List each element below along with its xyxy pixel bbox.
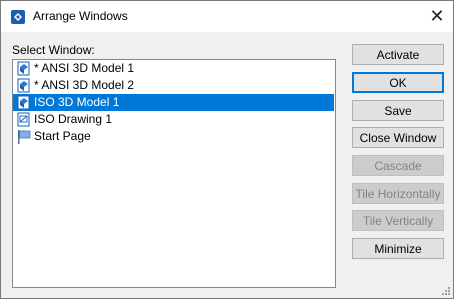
ok-button[interactable]: OK: [352, 72, 444, 93]
arrange-windows-dialog: Arrange Windows ✕ Select Window: * ANSI …: [0, 0, 454, 299]
activate-button[interactable]: Activate: [352, 44, 444, 65]
cascade-button[interactable]: Cascade: [352, 155, 444, 176]
list-item[interactable]: * ANSI 3D Model 2: [13, 77, 335, 94]
select-window-label: Select Window:: [12, 43, 95, 57]
save-button[interactable]: Save: [352, 100, 444, 121]
resize-grip-icon[interactable]: [440, 285, 451, 296]
list-item-label: * ANSI 3D Model 2: [34, 78, 135, 92]
close-window-button[interactable]: Close Window: [352, 127, 444, 148]
tile-vertically-button[interactable]: Tile Vertically: [352, 210, 444, 231]
list-item-label: ISO 3D Model 1: [34, 95, 120, 109]
list-item[interactable]: ISO Drawing 1: [13, 111, 335, 128]
list-item[interactable]: Start Page: [13, 128, 335, 145]
drawing-document-icon: [17, 112, 30, 127]
model-document-icon: [17, 78, 30, 93]
start-page-flag-icon: [18, 130, 31, 144]
window-listbox[interactable]: * ANSI 3D Model 1 * ANSI 3D Model 2 ISO …: [12, 59, 336, 288]
app-icon: [11, 10, 25, 24]
window-title: Arrange Windows: [33, 9, 128, 23]
list-item-label: ISO Drawing 1: [34, 112, 113, 126]
list-item-label: * ANSI 3D Model 1: [34, 61, 135, 75]
close-icon[interactable]: ✕: [421, 1, 453, 32]
model-document-icon: [17, 61, 30, 76]
list-item-selected[interactable]: ISO 3D Model 1: [13, 94, 334, 111]
title-bar[interactable]: Arrange Windows ✕: [1, 1, 453, 32]
list-item-label: Start Page: [34, 129, 91, 143]
tile-horizontally-button[interactable]: Tile Horizontally: [352, 183, 444, 204]
minimize-button[interactable]: Minimize: [352, 238, 444, 259]
list-item[interactable]: * ANSI 3D Model 1: [13, 60, 335, 77]
model-document-icon: [17, 95, 30, 110]
